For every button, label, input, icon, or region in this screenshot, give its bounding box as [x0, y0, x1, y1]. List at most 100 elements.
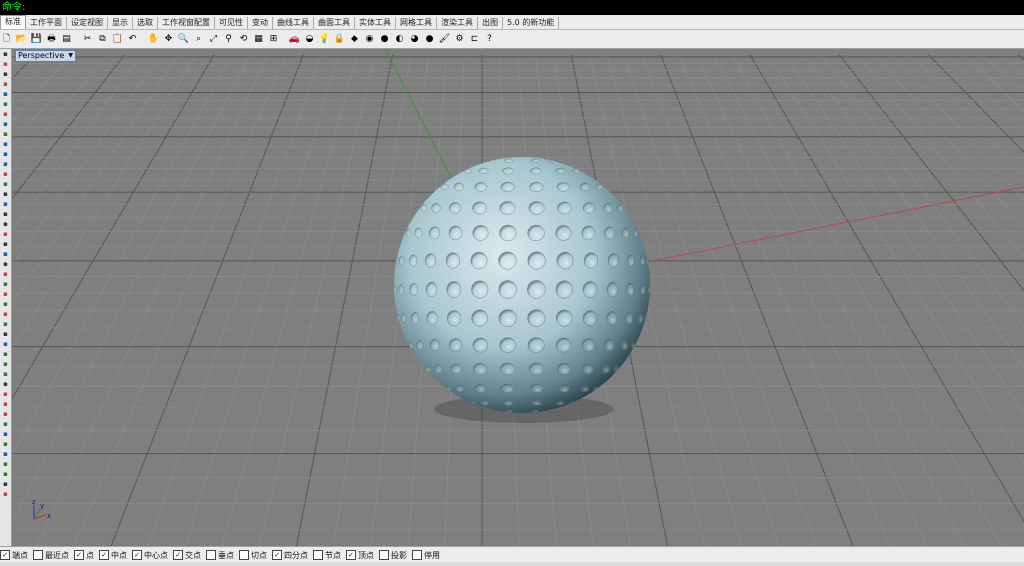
- viewport-title-tab[interactable]: Perspective ▼: [15, 50, 76, 62]
- extrude-icon[interactable]: ▪: [1, 150, 10, 159]
- planar-icon[interactable]: ▪: [1, 420, 10, 429]
- snap-option[interactable]: 最近点: [33, 550, 69, 561]
- light-icon[interactable]: 💡: [318, 33, 331, 46]
- cylinder-icon[interactable]: ▪: [1, 190, 10, 199]
- trim-icon[interactable]: ▪: [1, 220, 10, 229]
- snap-option[interactable]: 投影: [379, 550, 407, 561]
- color-wheel-icon[interactable]: ◉: [363, 33, 376, 46]
- move-icon[interactable]: ▪: [1, 260, 10, 269]
- open-file-icon[interactable]: 📂: [15, 33, 28, 46]
- mirror-icon[interactable]: ▪: [1, 300, 10, 309]
- text-icon[interactable]: ▪: [1, 330, 10, 339]
- pan-hand-icon[interactable]: ✋: [147, 33, 160, 46]
- cut-icon[interactable]: ✂: [81, 33, 94, 46]
- rectangle-icon[interactable]: ▪: [1, 110, 10, 119]
- record-icon[interactable]: ▪: [1, 440, 10, 449]
- display-mode-icon[interactable]: ▪: [1, 480, 10, 489]
- car-render-icon[interactable]: 🚗: [288, 33, 301, 46]
- snap-checkbox[interactable]: ✓: [272, 550, 282, 560]
- save-icon[interactable]: 💾: [30, 33, 43, 46]
- snap-option[interactable]: ✓ 中点: [99, 550, 127, 561]
- surface-from-curves-icon[interactable]: ▪: [1, 140, 10, 149]
- zebra-icon[interactable]: ▪: [1, 490, 10, 499]
- ellipse-icon[interactable]: ▪: [1, 120, 10, 129]
- layer-tool-icon[interactable]: ▪: [1, 370, 10, 379]
- snap-checkbox[interactable]: [379, 550, 389, 560]
- grid-icon[interactable]: ▦: [252, 33, 265, 46]
- snap-option[interactable]: 节点: [313, 550, 341, 561]
- dimension-tool-icon[interactable]: ▪: [1, 320, 10, 329]
- zoom-window-icon[interactable]: ⌕: [192, 33, 205, 46]
- tab-13[interactable]: 出图: [478, 17, 503, 29]
- tab-7[interactable]: 变动: [248, 17, 273, 29]
- curve-icon[interactable]: ▪: [1, 80, 10, 89]
- rotate-icon[interactable]: ▪: [1, 280, 10, 289]
- snap-checkbox[interactable]: [206, 550, 216, 560]
- zoom-icon[interactable]: 🔍: [177, 33, 190, 46]
- sphere-render-icon[interactable]: ●: [378, 33, 391, 46]
- chevron-down-icon[interactable]: ▼: [68, 51, 73, 61]
- tab-11[interactable]: 网格工具: [396, 17, 437, 29]
- snap-checkbox[interactable]: ✓: [346, 550, 356, 560]
- snap-checkbox[interactable]: [313, 550, 323, 560]
- snap-option[interactable]: 垂点: [206, 550, 234, 561]
- snap-option[interactable]: 切点: [239, 550, 267, 561]
- arc-icon[interactable]: ▪: [1, 90, 10, 99]
- copy-icon[interactable]: ⧉: [96, 33, 109, 46]
- snap-option[interactable]: ✓ 端点: [0, 550, 28, 561]
- tab-3[interactable]: 显示: [108, 17, 133, 29]
- dimension-icon[interactable]: ⊏: [468, 33, 481, 46]
- split-icon[interactable]: ▪: [1, 230, 10, 239]
- scale-icon[interactable]: ▪: [1, 290, 10, 299]
- zoom-extents-icon[interactable]: ⤢: [207, 33, 220, 46]
- solid-box-icon[interactable]: ▪: [1, 170, 10, 179]
- undo-icon[interactable]: ↶: [126, 33, 139, 46]
- snap-checkbox[interactable]: [33, 550, 43, 560]
- perspective-viewport[interactable]: x y z Perspective ▼: [12, 49, 1024, 546]
- import-icon[interactable]: ▤: [60, 33, 73, 46]
- circle-icon[interactable]: ▪: [1, 100, 10, 109]
- snap-option[interactable]: ✓ 四分点: [272, 550, 308, 561]
- print-icon[interactable]: 🖶: [45, 33, 58, 46]
- layer-icon[interactable]: ◆: [348, 33, 361, 46]
- tab-0[interactable]: 标准: [0, 15, 26, 29]
- rotate-view-icon[interactable]: ⟲: [237, 33, 250, 46]
- material-icon[interactable]: ◕: [408, 33, 421, 46]
- revolve-icon[interactable]: ▪: [1, 160, 10, 169]
- snap-checkbox[interactable]: ✓: [74, 550, 84, 560]
- grid-snap-icon[interactable]: ▪: [1, 400, 10, 409]
- tab-4[interactable]: 选取: [133, 17, 158, 29]
- snap-checkbox[interactable]: ✓: [173, 550, 183, 560]
- move-view-icon[interactable]: ✥: [162, 33, 175, 46]
- brush-icon[interactable]: 🖌: [438, 33, 451, 46]
- copy-tool-icon[interactable]: ▪: [1, 270, 10, 279]
- tab-9[interactable]: 曲面工具: [314, 17, 355, 29]
- osnap-icon[interactable]: ▪: [1, 390, 10, 399]
- snap-option[interactable]: ✓ 顶点: [346, 550, 374, 561]
- surface-icon[interactable]: ◒: [303, 33, 316, 46]
- snap-checkbox[interactable]: ✓: [0, 550, 10, 560]
- snap-checkbox[interactable]: ✓: [132, 550, 142, 560]
- zoom-selected-icon[interactable]: ⚲: [222, 33, 235, 46]
- snap-checkbox[interactable]: ✓: [99, 550, 109, 560]
- lock-icon[interactable]: 🔒: [333, 33, 346, 46]
- properties-icon[interactable]: ▪: [1, 360, 10, 369]
- tab-12[interactable]: 渲染工具: [437, 17, 478, 29]
- settings-gear-icon[interactable]: ⚙: [453, 33, 466, 46]
- snap-option[interactable]: ✓ 中心点: [132, 550, 168, 561]
- snap-option[interactable]: 停用: [412, 550, 440, 561]
- explode-icon[interactable]: ▪: [1, 250, 10, 259]
- command-line[interactable]: 命令:: [0, 0, 1024, 15]
- snap-checkbox[interactable]: [412, 550, 422, 560]
- ortho-icon[interactable]: ▪: [1, 410, 10, 419]
- tab-10[interactable]: 实体工具: [355, 17, 396, 29]
- render-icon[interactable]: ▪: [1, 350, 10, 359]
- blue-sphere-icon[interactable]: ●: [423, 33, 436, 46]
- cplane-icon[interactable]: ▪: [1, 460, 10, 469]
- snap-icon[interactable]: ▪: [1, 380, 10, 389]
- snap-checkbox[interactable]: [239, 550, 249, 560]
- help-icon[interactable]: ?: [483, 33, 496, 46]
- tab-14[interactable]: 5.0 的新功能: [503, 17, 560, 29]
- set-cplane-icon[interactable]: ⊞: [267, 33, 280, 46]
- history-icon[interactable]: ▪: [1, 430, 10, 439]
